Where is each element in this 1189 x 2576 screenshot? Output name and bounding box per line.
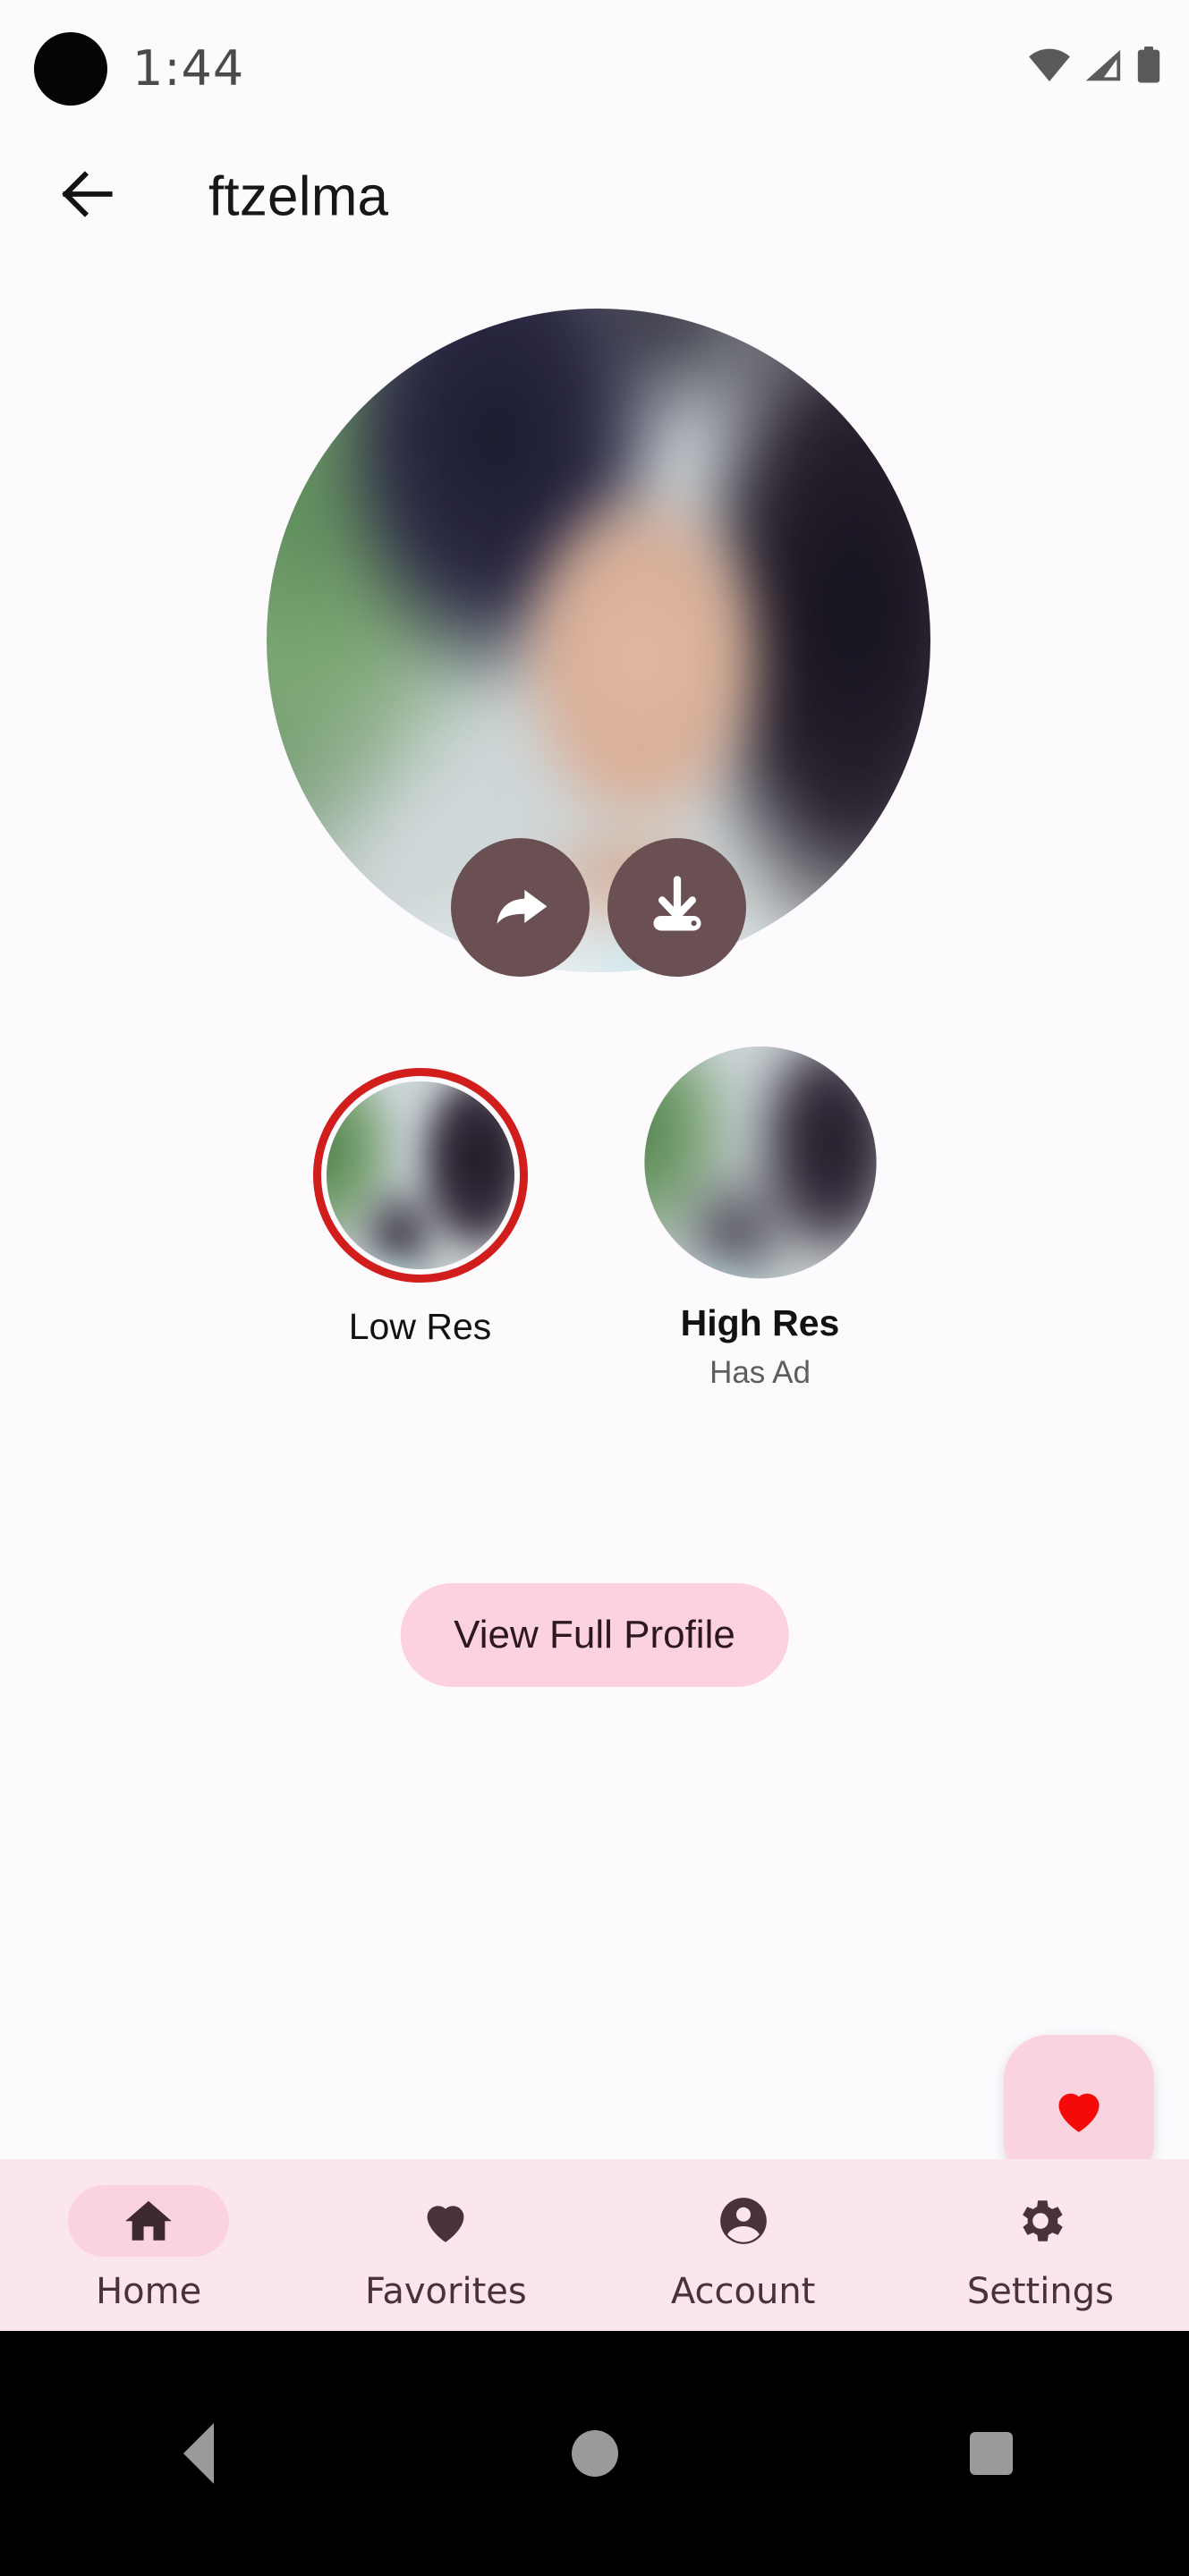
nav-item-label-favorites: Favorites <box>365 2271 527 2312</box>
status-time: 1:44 <box>132 40 245 97</box>
system-home-button[interactable] <box>396 2331 793 2576</box>
status-bar: 1:44 <box>0 0 1189 139</box>
nav-item-home[interactable]: Home <box>0 2159 297 2331</box>
nav-item-account[interactable]: Account <box>595 2159 892 2331</box>
high-res-ad-note: Has Ad <box>709 1355 811 1390</box>
nav-favorites-pill <box>365 2185 526 2257</box>
bottom-navigation: Home Favorites Account Settings <box>0 2159 1189 2331</box>
low-res-thumbnail <box>326 1081 514 1269</box>
profile-avatar[interactable] <box>267 309 930 977</box>
resolution-option-low-res[interactable]: Low Res <box>312 1046 528 1348</box>
app-bar: ftzelma <box>0 139 1189 255</box>
triangle-back-icon <box>183 2423 214 2484</box>
nav-home-pill <box>68 2185 230 2257</box>
gear-icon <box>1013 2193 1068 2249</box>
page-title: ftzelma <box>208 165 389 228</box>
download-icon <box>639 869 716 946</box>
battery-icon <box>1135 47 1162 84</box>
nav-item-label-home: Home <box>96 2271 202 2312</box>
nav-settings-pill <box>960 2185 1121 2257</box>
status-icons <box>1028 34 1162 97</box>
heart-icon <box>1049 2080 1108 2140</box>
heart-icon <box>418 2193 473 2249</box>
low-res-label: Low Res <box>348 1306 492 1347</box>
system-back-button[interactable] <box>0 2331 396 2576</box>
avatar-action-buttons <box>451 838 746 977</box>
app-screen: 1:44 ftzelma Low Res High Res Has Ad Vie… <box>0 0 1189 2576</box>
resolution-options: Low Res High Res Has Ad <box>0 1046 1189 1391</box>
high-res-thumbnail <box>643 1046 877 1279</box>
system-navigation-bar <box>0 2331 1189 2576</box>
square-recents-icon <box>969 2432 1013 2475</box>
arrow-back-icon <box>55 161 121 232</box>
camera-cutout <box>34 32 107 106</box>
view-full-profile-button[interactable]: View Full Profile <box>400 1583 789 1687</box>
share-arrow-icon <box>482 869 559 946</box>
circle-home-icon <box>571 2430 618 2477</box>
back-button[interactable] <box>43 151 132 241</box>
nav-item-label-account: Account <box>670 2271 816 2312</box>
low-res-selected-ring <box>312 1068 528 1283</box>
nav-account-pill <box>663 2185 824 2257</box>
cellular-signal-icon <box>1083 47 1124 83</box>
wifi-icon <box>1028 47 1071 83</box>
share-button[interactable] <box>451 838 590 977</box>
system-recents-button[interactable] <box>793 2331 1189 2576</box>
high-res-label: High Res <box>680 1302 840 1343</box>
download-button[interactable] <box>607 838 746 977</box>
resolution-option-high-res[interactable]: High Res Has Ad <box>643 1046 877 1391</box>
home-icon <box>121 2193 176 2249</box>
nav-item-settings[interactable]: Settings <box>892 2159 1189 2331</box>
nav-item-favorites[interactable]: Favorites <box>297 2159 594 2331</box>
account-circle-icon <box>716 2193 771 2249</box>
high-res-thumbnail-box <box>643 1046 877 1279</box>
nav-item-label-settings: Settings <box>966 2271 1114 2312</box>
